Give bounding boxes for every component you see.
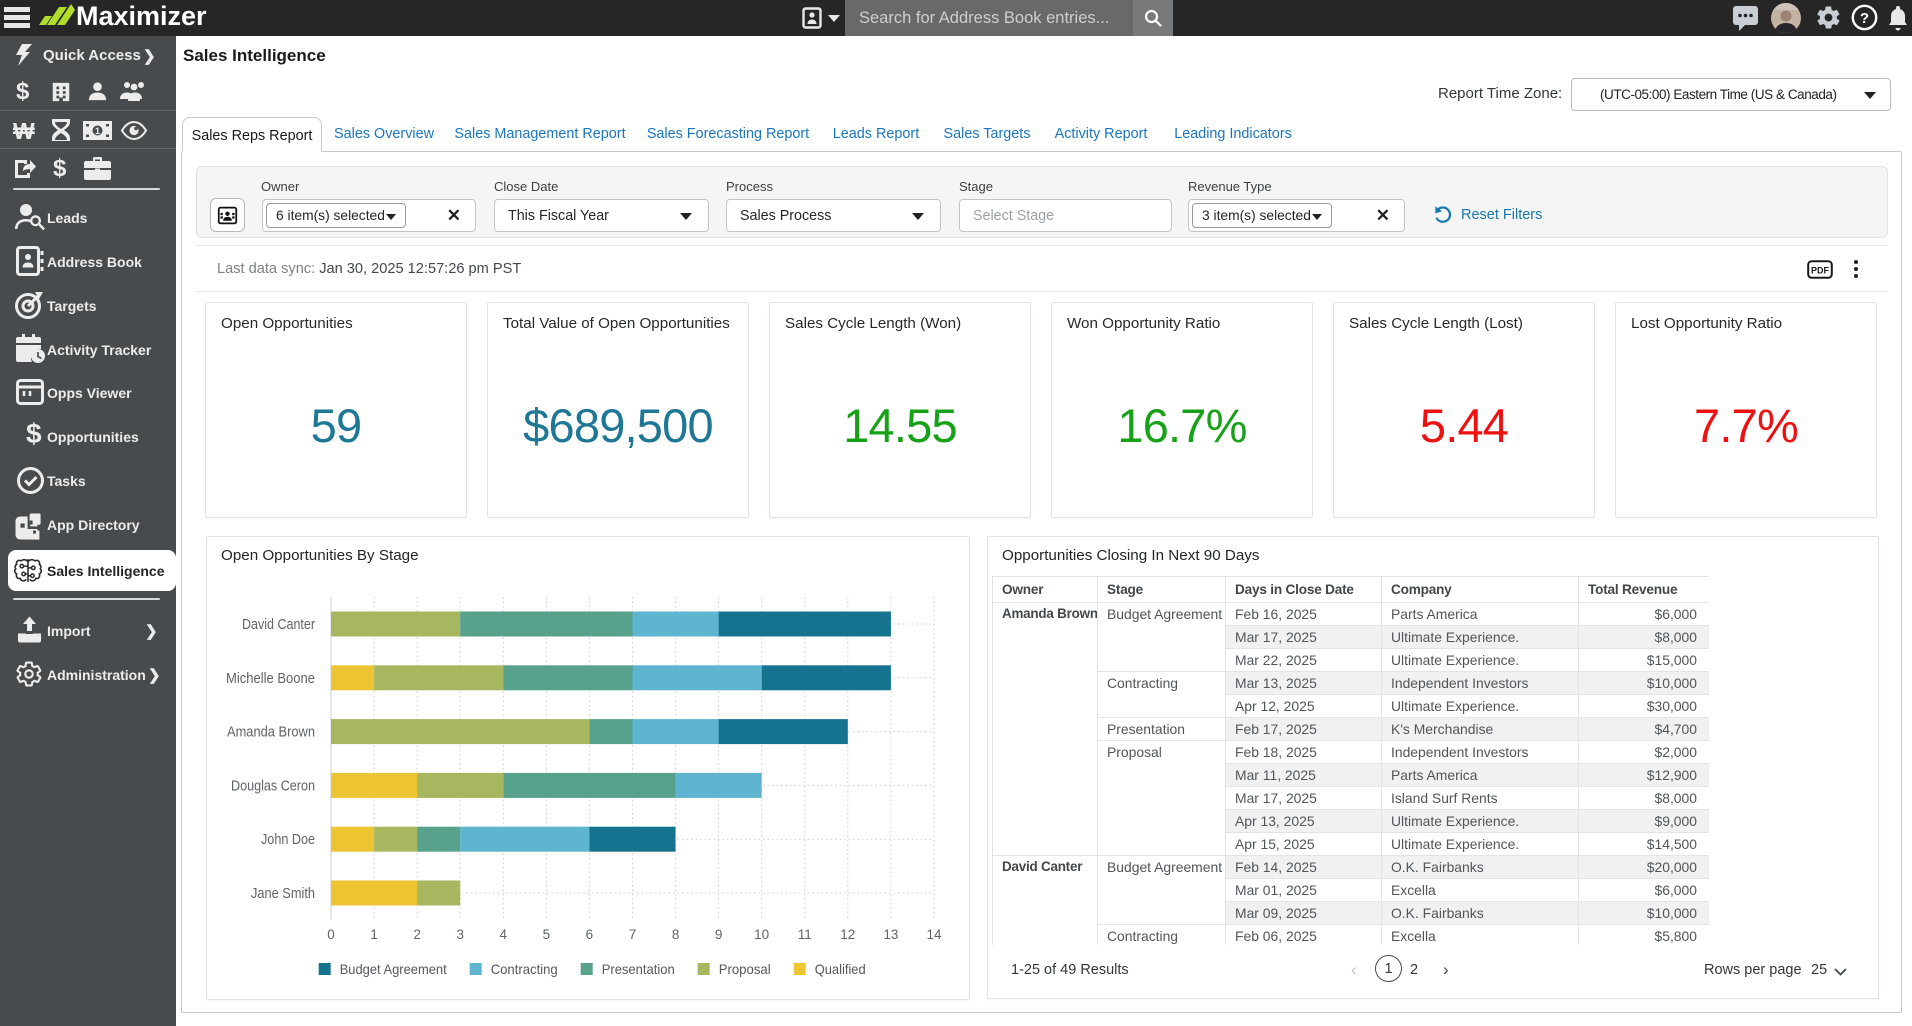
svg-text:12: 12 bbox=[840, 927, 855, 942]
svg-text:4: 4 bbox=[500, 927, 508, 942]
svg-text:2: 2 bbox=[413, 927, 421, 942]
svg-text:3: 3 bbox=[456, 927, 464, 942]
svg-text:0: 0 bbox=[327, 927, 335, 942]
svg-text:Michelle Boone: Michelle Boone bbox=[226, 671, 315, 687]
svg-text:David Canter: David Canter bbox=[242, 617, 315, 633]
svg-text:7: 7 bbox=[629, 927, 637, 942]
svg-text:Proposal: Proposal bbox=[719, 961, 771, 977]
svg-text:Amanda Brown: Amanda Brown bbox=[227, 725, 315, 741]
svg-text:PDF: PDF bbox=[1811, 266, 1830, 276]
svg-text:Jane Smith: Jane Smith bbox=[251, 886, 315, 902]
svg-text:9: 9 bbox=[715, 927, 723, 942]
svg-text:11: 11 bbox=[798, 927, 812, 942]
svg-text:Budget Agreement: Budget Agreement bbox=[340, 961, 447, 977]
svg-text:Contracting: Contracting bbox=[491, 961, 558, 977]
svg-text:5: 5 bbox=[543, 927, 551, 942]
svg-text:Qualified: Qualified bbox=[815, 961, 866, 977]
svg-text:1: 1 bbox=[370, 927, 378, 942]
svg-text:14: 14 bbox=[926, 927, 942, 942]
svg-text:Douglas Ceron: Douglas Ceron bbox=[231, 778, 315, 794]
svg-text:1: 1 bbox=[95, 126, 100, 136]
svg-text:13: 13 bbox=[883, 927, 898, 942]
svg-text:John Doe: John Doe bbox=[261, 832, 315, 848]
svg-text:Presentation: Presentation bbox=[602, 961, 675, 977]
svg-text:8: 8 bbox=[672, 927, 680, 942]
svg-text:6: 6 bbox=[586, 927, 594, 942]
svg-text:10: 10 bbox=[754, 927, 769, 942]
svg-text:?: ? bbox=[1860, 10, 1869, 27]
